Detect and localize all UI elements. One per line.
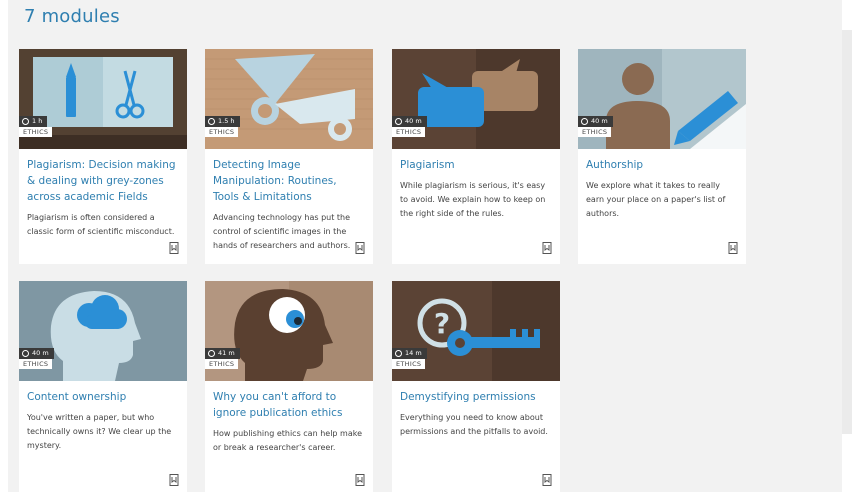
module-title[interactable]: Content ownership (27, 389, 179, 405)
modules-count-heading: 7 modules (24, 6, 120, 27)
module-description: Plagiarism is often considered a classic… (27, 213, 175, 236)
module-card[interactable]: 41 m ETHICS Why you can't afford to igno… (205, 281, 373, 496)
category-tag: ETHICS (205, 359, 239, 369)
module-description: Advancing technology has put the control… (213, 213, 351, 250)
category-tag: ETHICS (392, 127, 426, 137)
category-tag: ETHICS (392, 359, 426, 369)
module-description: How publishing ethics can help make or b… (213, 429, 362, 452)
module-thumbnail: 1 h ETHICS (19, 49, 187, 149)
bookmark-icon[interactable] (542, 474, 552, 486)
clock-icon (581, 118, 588, 125)
duration-badge: 41 m (205, 348, 240, 359)
clock-icon (395, 118, 402, 125)
category-tag: ETHICS (19, 127, 53, 137)
category-tag: ETHICS (19, 359, 53, 369)
module-title[interactable]: Plagiarism: Decision making & dealing wi… (27, 157, 179, 205)
bookmark-icon[interactable] (355, 474, 365, 486)
module-thumbnail: 41 m ETHICS (205, 281, 373, 381)
module-card[interactable]: 1.5 h ETHICS Detecting Image Manipulatio… (205, 49, 373, 264)
clock-icon (22, 118, 29, 125)
bookmark-icon[interactable] (355, 242, 365, 254)
clock-icon (208, 350, 215, 357)
duration-badge: 40 m (19, 348, 54, 359)
module-description: You've written a paper, but who technica… (27, 413, 172, 450)
module-thumbnail: 40 m ETHICS (392, 49, 560, 149)
bookmark-icon[interactable] (169, 474, 179, 486)
clock-icon (208, 118, 215, 125)
duration-badge: 1.5 h (205, 116, 240, 127)
clock-icon (395, 350, 402, 357)
bookmark-icon[interactable] (542, 242, 552, 254)
module-title[interactable]: Authorship (586, 157, 738, 173)
module-thumbnail: 40 m ETHICS (578, 49, 746, 149)
duration-badge: 14 m (392, 348, 427, 359)
module-description: While plagiarism is serious, it's easy t… (400, 181, 546, 218)
module-title[interactable]: Why you can't afford to ignore publicati… (213, 389, 365, 421)
module-title[interactable]: Detecting Image Manipulation: Routines, … (213, 157, 365, 205)
module-card[interactable]: 40 m ETHICS Authorship We explore what i… (578, 49, 746, 264)
module-card[interactable]: 40 m ETHICS Content ownership You've wri… (19, 281, 187, 496)
bookmark-icon[interactable] (169, 242, 179, 254)
module-card[interactable]: ? 14 m ETHICS Demystifying permissions E… (392, 281, 560, 496)
module-description: Everything you need to know about permis… (400, 413, 548, 436)
duration-badge: 40 m (578, 116, 613, 127)
module-thumbnail: ? 14 m ETHICS (392, 281, 560, 381)
module-card[interactable]: 1 h ETHICS Plagiarism: Decision making &… (19, 49, 187, 264)
clock-icon (22, 350, 29, 357)
module-title[interactable]: Demystifying permissions (400, 389, 552, 405)
module-thumbnail: 1.5 h ETHICS (205, 49, 373, 149)
duration-badge: 1 h (19, 116, 48, 127)
module-thumbnail: 40 m ETHICS (19, 281, 187, 381)
duration-badge: 40 m (392, 116, 427, 127)
module-description: We explore what it takes to really earn … (586, 181, 726, 218)
category-tag: ETHICS (578, 127, 612, 137)
bookmark-icon[interactable] (728, 242, 738, 254)
module-card[interactable]: 40 m ETHICS Plagiarism While plagiarism … (392, 49, 560, 264)
category-tag: ETHICS (205, 127, 239, 137)
svg-text:?: ? (434, 307, 450, 340)
scrollbar-track[interactable] (842, 30, 852, 434)
module-title[interactable]: Plagiarism (400, 157, 552, 173)
